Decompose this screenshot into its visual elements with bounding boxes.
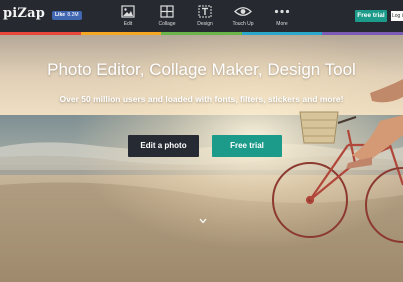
edit-photo-button[interactable]: Edit a photo [128,135,199,157]
nav-item-more[interactable]: More [267,5,297,27]
login-button[interactable]: Log in [391,11,403,21]
free-trial-hero-button[interactable]: Free trial [212,135,282,157]
pizap-logo[interactable]: piZap [3,6,45,21]
nav-label-design: Design [197,21,213,27]
hero-section: Photo Editor, Collage Maker, Design Tool… [0,35,403,282]
bicycle-basket-image [299,111,339,144]
nav-item-edit[interactable]: Edit [113,5,143,27]
chevron-down-icon[interactable] [199,218,207,224]
nav-label-more: More [276,21,288,27]
hero-headline: Photo Editor, Collage Maker, Design Tool [47,60,356,79]
facebook-like-count: 8.2M [67,12,79,18]
nav-item-collage[interactable]: Collage [152,5,182,27]
nav-item-design[interactable]: Design [190,5,220,27]
nav-label-collage: Collage [158,21,176,27]
collage-grid-icon [160,5,174,18]
nav-label-touch-up: Touch Up [232,21,254,27]
nav-label-edit: Edit [123,21,133,27]
eye-icon [234,7,252,16]
nav-item-touch-up[interactable]: Touch Up [228,5,258,27]
free-trial-nav-button[interactable]: Free trial [355,10,387,22]
top-navigation-bar: piZap Like 8.2M Edit Collage Design Touc… [0,0,403,32]
facebook-like-button[interactable]: Like 8.2M [52,11,82,20]
hero-subheadline: Over 50 million users and loaded with fo… [59,94,344,104]
image-icon [121,5,135,18]
design-text-icon [198,5,212,18]
more-dots-icon [274,9,290,14]
facebook-like-label: Like [55,12,66,18]
